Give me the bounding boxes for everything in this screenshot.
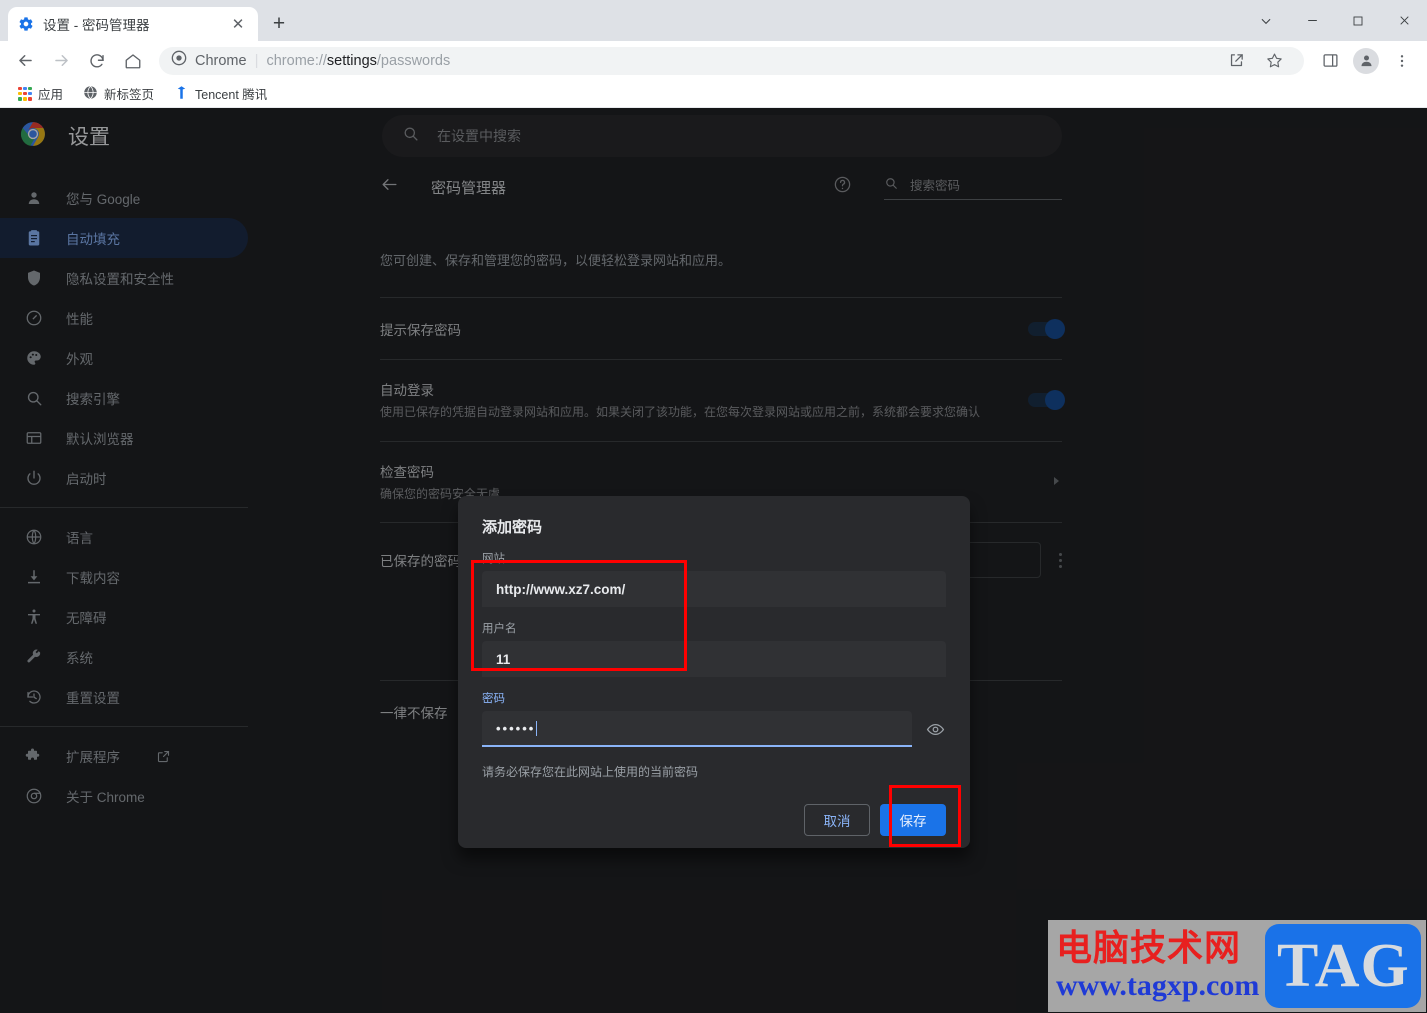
close-icon[interactable]: ✕ xyxy=(228,14,248,34)
dialog-hint: 请务必保存您在此网站上使用的当前密码 xyxy=(482,765,699,779)
minimize-icon[interactable] xyxy=(1289,0,1335,41)
maximize-icon[interactable] xyxy=(1335,0,1381,41)
bookmarks-bar: 应用 新标签页 Tencent 腾讯 xyxy=(0,80,1427,108)
site-field-label: 网站 xyxy=(482,553,505,565)
back-icon[interactable] xyxy=(10,46,40,76)
watermark: 电脑技术网 www.tagxp.com TAG xyxy=(1048,920,1426,1012)
reload-icon[interactable] xyxy=(82,46,112,76)
tab-title: 设置 - 密码管理器 xyxy=(43,18,150,33)
tab-strip: 设置 - 密码管理器 ✕ + xyxy=(0,0,1427,41)
bookmark-apps[interactable]: 应用 xyxy=(10,81,71,106)
address-bar[interactable]: Chrome | chrome://settings/passwords xyxy=(159,46,1304,76)
password-input[interactable]: •••••• xyxy=(482,711,912,747)
settings-page: 设置 在设置中搜索 您与 Google 自动填充 隐私设置和安全性 性能 外观 … xyxy=(0,108,1427,1013)
star-icon[interactable] xyxy=(1259,46,1289,76)
save-button[interactable]: 保存 xyxy=(880,804,946,836)
omnibox-actions xyxy=(1218,46,1292,76)
browser-toolbar: Chrome | chrome://settings/passwords xyxy=(0,41,1427,80)
site-input[interactable]: http://www.xz7.com/ xyxy=(482,571,946,607)
password-field-group: 密码 •••••• xyxy=(482,690,946,747)
omnibox-separator: | xyxy=(254,52,259,69)
site-field-group: 网站 http://www.xz7.com/ xyxy=(482,550,946,607)
username-field-group: 用户名 11 xyxy=(482,620,946,677)
tab-search-chevron-down-icon[interactable] xyxy=(1243,0,1289,41)
bookmark-label: 应用 xyxy=(38,88,64,102)
bookmark-label: Tencent 腾讯 xyxy=(195,88,268,102)
omnibox-url: chrome://settings/passwords xyxy=(266,52,451,69)
watermark-text-block: 电脑技术网 www.tagxp.com xyxy=(1048,930,1259,1001)
cancel-button[interactable]: 取消 xyxy=(804,804,870,836)
username-input[interactable]: 11 xyxy=(482,641,946,677)
password-field-label: 密码 xyxy=(482,693,505,705)
window-controls xyxy=(1243,0,1427,41)
add-password-dialog: 添加密码 网站 http://www.xz7.com/ 用户名 11 密码 ••… xyxy=(458,496,970,848)
dialog-title: 添加密码 xyxy=(482,519,543,536)
three-dot-menu-icon[interactable] xyxy=(1387,46,1417,76)
watermark-url: www.tagxp.com xyxy=(1056,969,1260,1003)
globe-icon xyxy=(83,85,98,103)
dialog-actions: 取消 保存 xyxy=(482,804,946,836)
bookmark-tencent[interactable]: Tencent 腾讯 xyxy=(166,81,275,106)
text-caret xyxy=(536,720,538,736)
tencent-icon xyxy=(174,85,189,103)
settings-gear-icon xyxy=(18,16,34,32)
watermark-site-name: 电脑技术网 xyxy=(1056,928,1242,970)
new-tab-button[interactable]: + xyxy=(264,9,294,39)
watermark-tag-badge: TAG xyxy=(1265,924,1422,1008)
eye-icon[interactable] xyxy=(924,718,946,740)
window-close-icon[interactable] xyxy=(1381,0,1427,41)
browser-tab[interactable]: 设置 - 密码管理器 ✕ xyxy=(8,7,258,41)
password-masked-value: •••••• xyxy=(496,720,536,736)
password-field-row: •••••• xyxy=(482,711,946,747)
apps-grid-icon xyxy=(18,86,32,101)
username-field-label: 用户名 xyxy=(482,623,517,635)
home-icon[interactable] xyxy=(118,46,148,76)
share-icon[interactable] xyxy=(1221,46,1251,76)
omnibox-scheme-label: Chrome xyxy=(195,52,247,69)
forward-icon[interactable] xyxy=(46,46,76,76)
browser-window: 设置 - 密码管理器 ✕ + Chrome | chrome://setting… xyxy=(0,0,1427,1013)
bookmark-newtab[interactable]: 新标签页 xyxy=(75,81,162,106)
chrome-logo-icon xyxy=(171,50,187,71)
side-panel-icon[interactable] xyxy=(1315,46,1345,76)
bookmark-label: 新标签页 xyxy=(104,88,155,102)
avatar[interactable] xyxy=(1353,47,1379,74)
